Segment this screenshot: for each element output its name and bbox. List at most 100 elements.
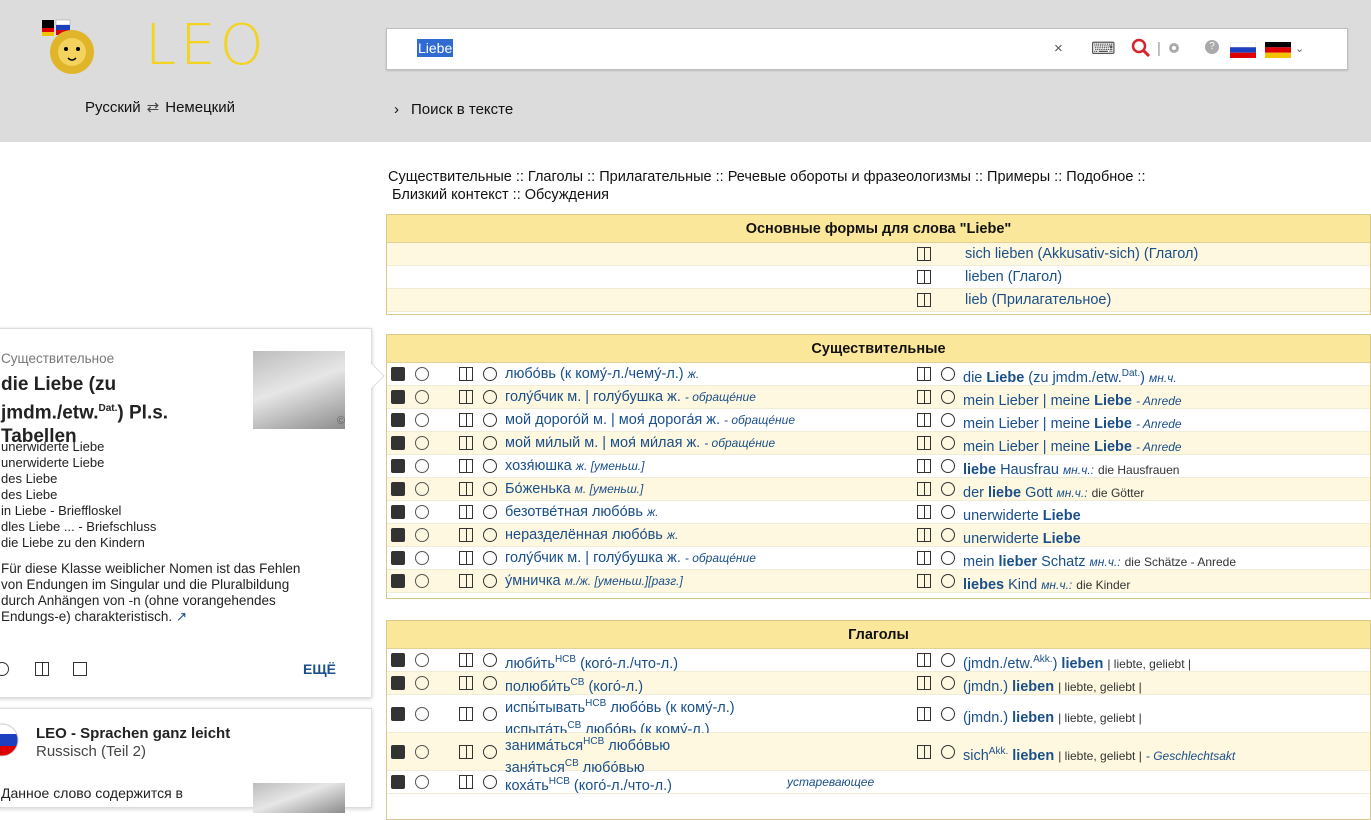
table-icon[interactable] [917, 745, 931, 759]
audio-icon[interactable] [0, 662, 9, 676]
save-icon[interactable] [391, 551, 405, 565]
table-icon[interactable] [917, 707, 931, 721]
verb-de[interactable]: (jmdn.) lieben | liebte, geliebt | [963, 672, 1142, 698]
info-icon[interactable] [415, 482, 429, 496]
play-icon[interactable] [941, 459, 955, 473]
section-nav-line-1[interactable]: Существительные :: Глаголы :: Прилагател… [388, 168, 1348, 186]
noun-ru[interactable]: у́мничка м./ж. [уменьш.][разг.] [505, 570, 683, 592]
save-icon[interactable] [391, 367, 405, 381]
table-icon[interactable] [459, 707, 473, 721]
save-icon[interactable] [391, 653, 405, 667]
baseform-row[interactable]: lieben (Глагол) [387, 266, 1370, 289]
noun-de[interactable]: die Liebe (zu jmdm./etw.Dat.) мн.ч. [963, 363, 1177, 389]
play-icon[interactable] [941, 482, 955, 496]
table-icon[interactable] [917, 551, 931, 565]
table-icon[interactable] [917, 653, 931, 667]
info-icon[interactable] [415, 528, 429, 542]
search-icon[interactable] [1131, 38, 1151, 58]
save-icon[interactable] [391, 390, 405, 404]
noun-ru[interactable]: любо́вь (к кому́-л./чему́-л.) ж. [505, 363, 699, 385]
russian-flag-icon[interactable] [1230, 42, 1256, 58]
table-icon[interactable] [459, 574, 473, 588]
play-icon[interactable] [483, 574, 497, 588]
play-icon[interactable] [941, 528, 955, 542]
play-icon[interactable] [483, 707, 497, 721]
table-icon[interactable] [917, 390, 931, 404]
noun-ru[interactable]: голу́бчик м. | голу́бушка ж. - обраще́ни… [505, 547, 756, 569]
leo-logo[interactable]: LEO [40, 14, 320, 78]
save-icon[interactable] [391, 436, 405, 450]
noun-de[interactable]: mein Lieber | meine Liebe - Anrede [963, 409, 1182, 435]
play-icon[interactable] [483, 367, 497, 381]
promo-card[interactable]: LEO - Sprachen ganz leicht Russisch (Tei… [0, 708, 372, 813]
verb-ru[interactable]: люби́тьНСВ (кого́-л./что-л.) [505, 649, 678, 675]
play-icon[interactable] [483, 505, 497, 519]
table-icon[interactable] [917, 293, 931, 307]
info-icon[interactable] [415, 551, 429, 565]
noun-de[interactable]: unerwiderte Liebe [963, 524, 1081, 550]
table-icon[interactable] [459, 505, 473, 519]
play-icon[interactable] [483, 551, 497, 565]
chevron-down-icon[interactable]: ⌄ [1295, 39, 1304, 59]
info-icon[interactable] [415, 413, 429, 427]
german-flag-icon[interactable] [1265, 42, 1291, 58]
section-nav[interactable]: Существительные :: Глаголы :: Прилагател… [388, 168, 1348, 204]
table-icon[interactable] [459, 482, 473, 496]
table-icon[interactable] [917, 505, 931, 519]
table-icon[interactable] [459, 676, 473, 690]
table-icon[interactable] [917, 574, 931, 588]
noun-de[interactable]: mein lieber Schatz мн.ч.: die Schätze - … [963, 547, 1236, 573]
noun-ru[interactable]: неразделённая любо́вь ж. [505, 524, 678, 546]
save-icon[interactable] [391, 574, 405, 588]
play-icon[interactable] [941, 390, 955, 404]
table-icon[interactable] [917, 270, 931, 284]
play-icon[interactable] [483, 745, 497, 759]
keyboard-icon[interactable]: ⌨ [1091, 39, 1116, 59]
play-icon[interactable] [941, 707, 955, 721]
play-icon[interactable] [941, 367, 955, 381]
gear-icon[interactable] [1167, 41, 1181, 55]
baseform-row[interactable]: lieb (Прилагательное) [387, 289, 1370, 312]
info-icon[interactable] [415, 436, 429, 450]
table-icon[interactable] [459, 436, 473, 450]
play-icon[interactable] [941, 676, 955, 690]
save-icon[interactable] [391, 505, 405, 519]
fulltext-search-link[interactable]: › Поиск в тексте [394, 101, 513, 118]
verb-ru[interactable]: полюби́тьСВ (кого́-л.) [505, 672, 643, 698]
save-icon[interactable] [391, 482, 405, 496]
noun-ru[interactable]: безотве́тная любо́вь ж. [505, 501, 659, 523]
more-link[interactable]: ЕЩЁ [303, 661, 336, 677]
play-icon[interactable] [483, 482, 497, 496]
play-icon[interactable] [941, 505, 955, 519]
noun-de[interactable]: mein Lieber | meine Liebe - Anrede [963, 386, 1182, 412]
noun-de[interactable]: mein Lieber | meine Liebe - Anrede [963, 432, 1182, 458]
table-icon[interactable] [917, 528, 931, 542]
play-icon[interactable] [941, 413, 955, 427]
save-icon[interactable] [391, 745, 405, 759]
noun-de[interactable]: unerwiderte Liebe [963, 501, 1081, 527]
info-icon[interactable] [415, 390, 429, 404]
table-icon[interactable] [917, 247, 931, 261]
noun-ru[interactable]: мой ми́лый м. | моя́ ми́лая ж. - обраще́… [505, 432, 775, 454]
info-icon[interactable] [415, 745, 429, 759]
verb-de[interactable]: (jmdn./etw.Akk.) lieben | liebte, gelieb… [963, 649, 1191, 675]
table-icon[interactable] [917, 413, 931, 427]
play-icon[interactable] [483, 413, 497, 427]
table-icon[interactable] [917, 436, 931, 450]
play-icon[interactable] [941, 551, 955, 565]
verb-de[interactable]: (jmdn.) lieben | liebte, geliebt | [963, 705, 1142, 727]
table-icon[interactable] [917, 676, 931, 690]
table-icon[interactable] [35, 662, 49, 676]
table-icon[interactable] [459, 528, 473, 542]
info-icon[interactable] [415, 676, 429, 690]
noun-de[interactable]: der liebe Gott мн.ч.: die Götter [963, 478, 1144, 504]
save-icon[interactable] [391, 775, 405, 789]
play-icon[interactable] [483, 459, 497, 473]
save-icon[interactable] [391, 459, 405, 473]
search-box[interactable]: Liebe × ⌨ | ? ⌄ [386, 28, 1348, 70]
section-nav-line-2[interactable]: Близкий контекст :: Обсуждения [388, 186, 1348, 204]
swap-languages-icon[interactable]: ⇄ [147, 98, 160, 116]
info-icon[interactable] [415, 775, 429, 789]
play-icon[interactable] [941, 574, 955, 588]
table-icon[interactable] [459, 459, 473, 473]
